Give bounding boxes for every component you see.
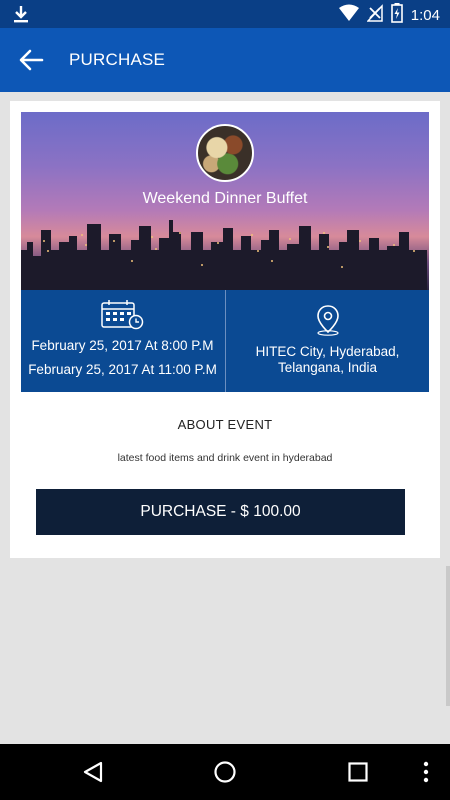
about-event-heading: ABOUT EVENT bbox=[177, 417, 273, 432]
home-circle-icon[interactable] bbox=[213, 760, 237, 789]
event-date-section: February 25, 2017 At 8:00 P.M February 2… bbox=[21, 290, 226, 392]
event-location: HITEC City, Hyderabad, Telangana, India bbox=[255, 344, 400, 375]
event-start-date: February 25, 2017 At 8:00 P.M bbox=[31, 338, 214, 353]
event-title: Weekend Dinner Buffet bbox=[142, 190, 308, 207]
event-location-section: HITEC City, Hyderabad, Telangana, India bbox=[226, 290, 430, 392]
no-signal-icon bbox=[366, 4, 383, 27]
scrollbar[interactable] bbox=[446, 566, 450, 706]
app-bar: PURCHASE bbox=[0, 28, 450, 92]
event-end-date: February 25, 2017 At 11:00 P.M bbox=[28, 362, 217, 377]
back-triangle-icon[interactable] bbox=[82, 760, 104, 789]
event-card: Weekend Dinner Buffet February 25, 2017 … bbox=[10, 101, 440, 558]
battery-icon bbox=[390, 3, 403, 28]
navigation-bar bbox=[0, 744, 450, 800]
status-bar: 1:04 bbox=[0, 0, 450, 28]
page-title: PURCHASE bbox=[69, 50, 166, 69]
event-avatar bbox=[196, 124, 254, 182]
location-pin-icon bbox=[315, 304, 341, 341]
event-info-panel: February 25, 2017 At 8:00 P.M February 2… bbox=[21, 290, 429, 392]
calendar-icon bbox=[100, 300, 144, 335]
clock: 1:04 bbox=[410, 6, 440, 24]
more-vert-icon[interactable] bbox=[422, 760, 430, 789]
arrow-left-icon[interactable] bbox=[18, 48, 46, 72]
city-skyline-image bbox=[21, 220, 427, 290]
wifi-icon bbox=[338, 4, 359, 27]
event-banner: Weekend Dinner Buffet bbox=[21, 112, 429, 290]
event-description: latest food items and drink event in hyd… bbox=[117, 452, 333, 464]
recents-square-icon[interactable] bbox=[347, 760, 369, 789]
purchase-button[interactable]: PURCHASE - $ 100.00 bbox=[36, 489, 405, 535]
download-icon bbox=[12, 4, 30, 29]
